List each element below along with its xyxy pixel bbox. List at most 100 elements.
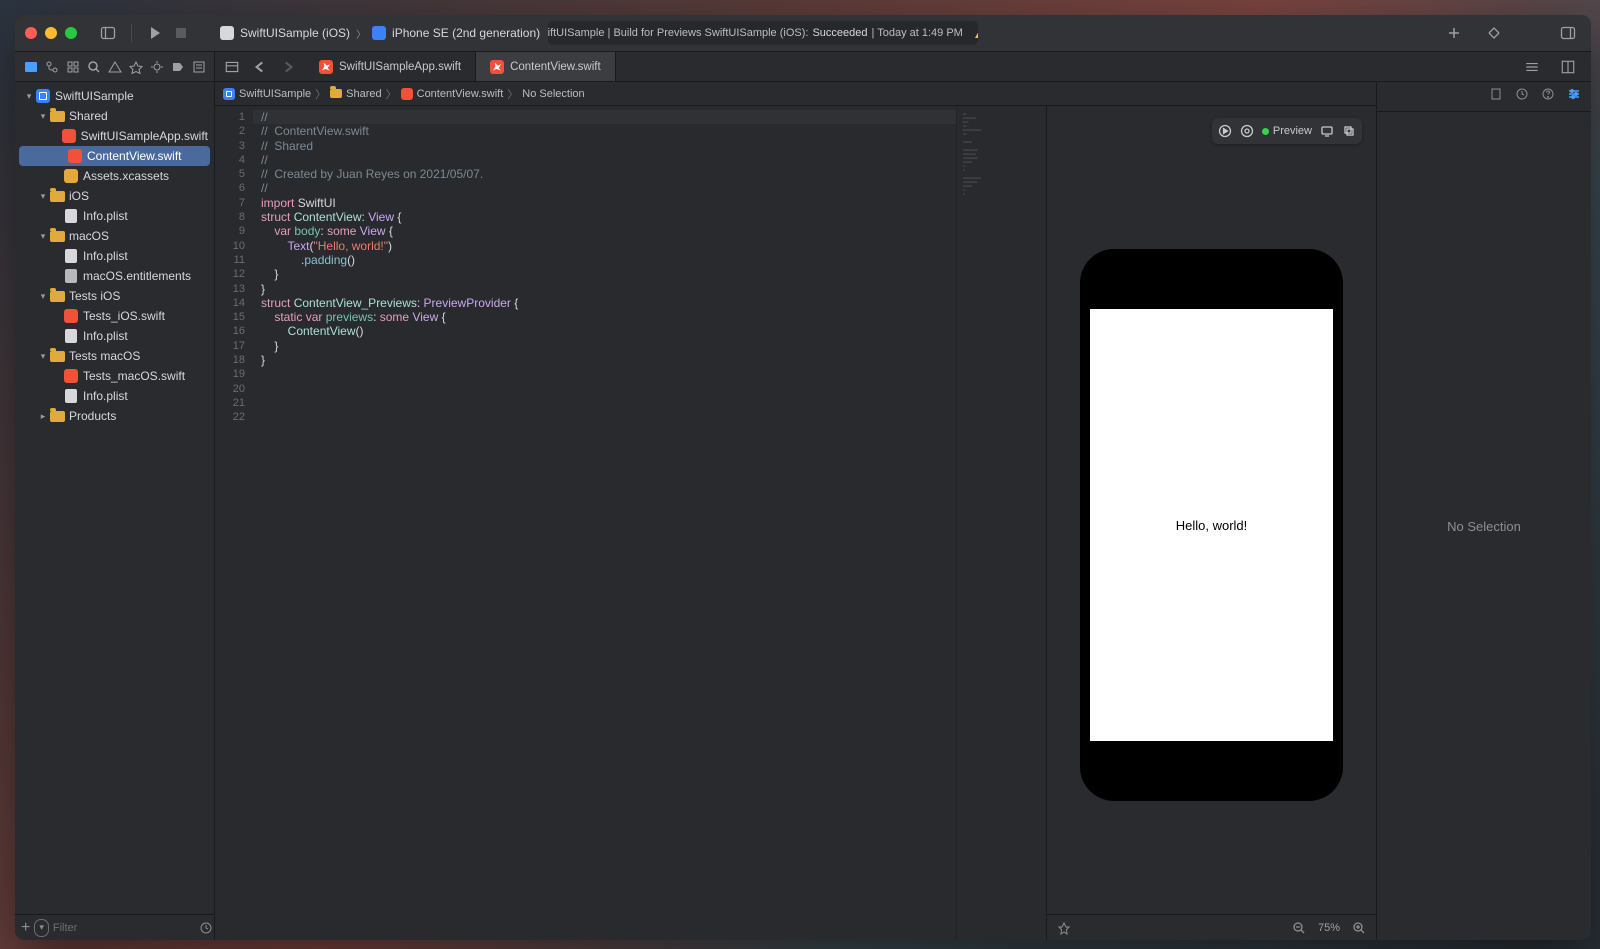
file-tree-item[interactable]: ContentView.swift [19,146,210,166]
file-tree-item[interactable]: Info.plist [15,326,214,346]
help-inspector-tab[interactable] [1541,87,1555,106]
history-inspector-tab[interactable] [1515,87,1529,106]
file-tree-item[interactable]: ▾SwiftUISample [15,86,214,106]
preview-duplicate-button[interactable] [1342,124,1356,138]
zoom-in-button[interactable] [1350,919,1368,937]
device-icon [372,26,386,40]
file-tree-item[interactable]: Assets.xcassets [15,166,214,186]
plist-icon [63,208,79,224]
code-area[interactable]: //// ContentView.swift// Shared//// Crea… [253,106,956,940]
test-navigator-tab[interactable] [126,56,145,78]
window-controls [25,27,77,39]
file-tree-item[interactable]: Tests_macOS.swift [15,366,214,386]
project-navigator-tab[interactable] [21,56,40,78]
file-tree-item[interactable]: Info.plist [15,206,214,226]
code-line[interactable]: // Shared [253,139,956,153]
swift-icon [63,368,79,384]
code-line[interactable]: // Created by Juan Reyes on 2021/05/07. [253,167,956,181]
code-line[interactable]: // [253,110,956,124]
code-line[interactable]: .padding() [253,253,956,267]
code-line[interactable]: // [253,181,956,195]
preview-screen[interactable]: Hello, world! [1090,309,1333,741]
preview-device-button[interactable] [1320,124,1334,138]
toggle-navigator-icon[interactable] [95,20,121,46]
plist-icon [63,248,79,264]
add-file-button[interactable]: + [21,919,30,937]
debug-navigator-tab[interactable] [147,56,166,78]
file-inspector-tab[interactable] [1489,87,1503,106]
source-editor[interactable]: 12345678910111213141516171819202122 ////… [215,106,1046,940]
disclosure-icon: ▾ [37,111,49,122]
file-label: macOS.entitlements [83,269,191,283]
code-line[interactable]: } [253,267,956,281]
file-tree-item[interactable]: ▸Products [15,406,214,426]
related-items-button[interactable] [219,54,245,80]
file-tree-item[interactable]: ▾Tests macOS [15,346,214,366]
source-control-navigator-tab[interactable] [42,56,61,78]
code-line[interactable]: ContentView() [253,324,956,338]
project-icon [35,88,51,104]
toggle-inspector-icon[interactable] [1555,20,1581,46]
attributes-inspector-tab[interactable] [1567,87,1581,106]
jump-bar[interactable]: SwiftUISample 〉 Shared 〉 ContentView.swi… [215,82,1376,106]
swift-file-icon [319,60,333,74]
device-name-label: iPhone SE (2nd generation) [392,26,540,40]
code-line[interactable]: import SwiftUI [253,196,956,210]
status-state-label: Succeeded [812,27,867,39]
code-line[interactable]: var body: some View { [253,224,956,238]
minimize-window-button[interactable] [45,27,57,39]
file-tree-item[interactable]: ▾iOS [15,186,214,206]
run-button[interactable] [142,20,168,46]
editor-tab[interactable]: ContentView.swift [476,52,616,81]
code-line[interactable]: struct ContentView_Previews: PreviewProv… [253,296,956,310]
code-line[interactable]: // ContentView.swift [253,124,956,138]
folder-icon [49,348,65,364]
issue-navigator-tab[interactable] [105,56,124,78]
preview-status[interactable]: Preview [1262,125,1312,137]
code-line[interactable]: } [253,339,956,353]
status-time-label: | Today at 1:49 PM [872,27,963,39]
live-preview-button[interactable] [1218,124,1232,138]
code-line[interactable]: struct ContentView: View { [253,210,956,224]
stop-button[interactable] [168,20,194,46]
maximize-window-button[interactable] [65,27,77,39]
folder-icon [49,108,65,124]
preview-inspect-button[interactable] [1240,124,1254,138]
pin-preview-button[interactable] [1055,919,1073,937]
code-line[interactable]: static var previews: some View { [253,310,956,324]
code-line[interactable]: // [253,153,956,167]
code-line[interactable]: Text("Hello, world!") [253,239,956,253]
code-line[interactable]: } [253,282,956,296]
close-window-button[interactable] [25,27,37,39]
file-tree-item[interactable]: ▾Shared [15,106,214,126]
scheme-selector[interactable]: SwiftUISample (iOS) 〉 iPhone SE (2nd gen… [212,21,548,45]
recent-filter-button[interactable] [199,919,213,937]
filter-input[interactable] [53,922,195,934]
file-tree-item[interactable]: Info.plist [15,246,214,266]
minimap[interactable]: ▬▬▬▬▬▬▬▬▬▬▬▬▬▬▬▬▬▬▬▬▬▬▬▬▬▬▬▬▬▬▬▬▬▬▬▬▬▬▬▬… [956,106,1046,940]
back-button[interactable] [247,54,273,80]
activity-status[interactable]: SwiftUISample | Build for Previews Swift… [548,21,978,45]
add-button[interactable] [1441,20,1467,46]
file-tree-item[interactable]: ▾Tests iOS [15,286,214,306]
file-tree-item[interactable]: SwiftUISampleApp.swift [15,126,214,146]
adjust-editor-button[interactable] [1555,54,1581,80]
file-tree-item[interactable]: Info.plist [15,386,214,406]
file-tree-item[interactable]: macOS.entitlements [15,266,214,286]
symbol-navigator-tab[interactable] [63,56,82,78]
line-gutter: 12345678910111213141516171819202122 [215,106,253,940]
plist-icon [63,388,79,404]
breakpoint-navigator-tab[interactable] [168,56,187,78]
forward-button[interactable] [275,54,301,80]
file-tree-item[interactable]: ▾macOS [15,226,214,246]
file-tree-item[interactable]: Tests_iOS.swift [15,306,214,326]
filter-scope-button[interactable]: ▾ [34,919,49,937]
editor-options-button[interactable] [1519,54,1545,80]
code-line[interactable]: } [253,353,956,367]
xcode-window: SwiftUISample (iOS) 〉 iPhone SE (2nd gen… [15,15,1591,940]
report-navigator-tab[interactable] [189,56,208,78]
zoom-out-button[interactable] [1290,919,1308,937]
editor-tab[interactable]: SwiftUISampleApp.swift [305,52,476,81]
library-button[interactable] [1481,20,1507,46]
find-navigator-tab[interactable] [84,56,103,78]
